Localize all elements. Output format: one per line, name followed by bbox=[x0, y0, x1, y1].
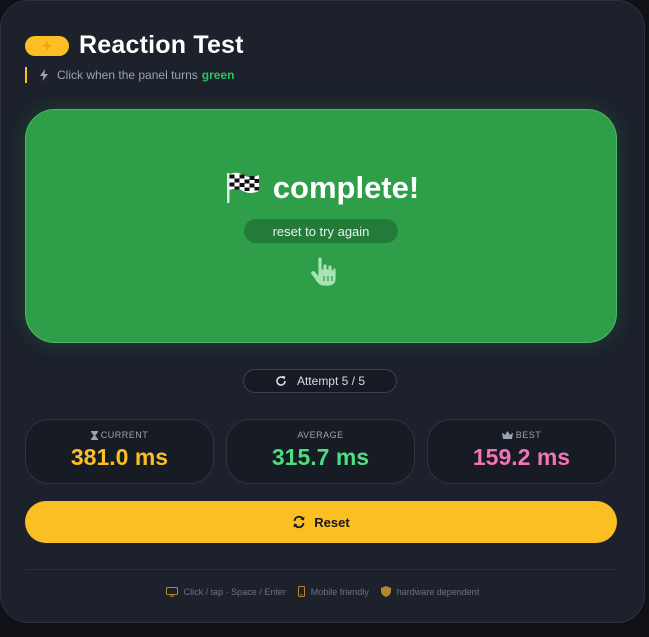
stat-best-value: 159.2 ms bbox=[472, 444, 571, 470]
reset-button[interactable]: Reset bbox=[25, 501, 617, 543]
refresh-icon bbox=[276, 375, 286, 386]
sync-icon bbox=[293, 515, 305, 529]
footer-divider bbox=[25, 569, 617, 570]
reset-button-label: Reset bbox=[314, 514, 350, 530]
hourglass-icon bbox=[90, 430, 98, 440]
pointer-hand-icon bbox=[310, 256, 337, 287]
panel-hint: reset to try again bbox=[244, 219, 398, 243]
footer-mobile: Mobile friendly bbox=[297, 586, 369, 597]
instructions: Click when the panel turns green bbox=[25, 67, 234, 83]
bolt-badge-icon bbox=[25, 35, 69, 56]
shield-icon bbox=[380, 586, 391, 597]
attempt-label: Attempt 5 / 5 bbox=[296, 374, 366, 388]
reaction-test-card: Reaction Test Click when the panel turns… bbox=[0, 0, 645, 623]
checkered-flag-icon bbox=[226, 172, 259, 203]
crown-icon bbox=[501, 431, 513, 439]
stat-current-label: CURRENT bbox=[26, 430, 213, 440]
footer-hardware: hardware dependent bbox=[380, 586, 479, 597]
stat-best: BEST 159.2 ms bbox=[427, 419, 616, 484]
bolt-icon bbox=[39, 69, 49, 81]
header: Reaction Test bbox=[25, 31, 244, 60]
footer: Click / tap · Space / Enter Mobile frien… bbox=[1, 586, 644, 597]
footer-controls: Click / tap · Space / Enter bbox=[165, 586, 286, 597]
status-text: complete! bbox=[272, 170, 420, 205]
monitor-icon bbox=[165, 586, 178, 597]
panel-status: complete! bbox=[26, 170, 616, 206]
stat-average-value: 315.7 ms bbox=[271, 444, 370, 470]
page-title: Reaction Test bbox=[79, 31, 244, 59]
instructions-highlight: green bbox=[201, 68, 235, 82]
stat-average: AVERAGE 315.7 ms bbox=[226, 419, 415, 484]
stat-current: CURRENT 381.0 ms bbox=[25, 419, 214, 484]
stat-current-value: 381.0 ms bbox=[70, 444, 169, 470]
stat-average-label: AVERAGE bbox=[297, 430, 344, 440]
instructions-text: Click when the panel turns bbox=[57, 68, 198, 82]
mobile-icon bbox=[297, 586, 305, 597]
reaction-panel[interactable]: complete! reset to try again bbox=[25, 109, 617, 343]
attempt-counter: Attempt 5 / 5 bbox=[243, 369, 397, 393]
stat-best-label: BEST bbox=[428, 430, 615, 440]
